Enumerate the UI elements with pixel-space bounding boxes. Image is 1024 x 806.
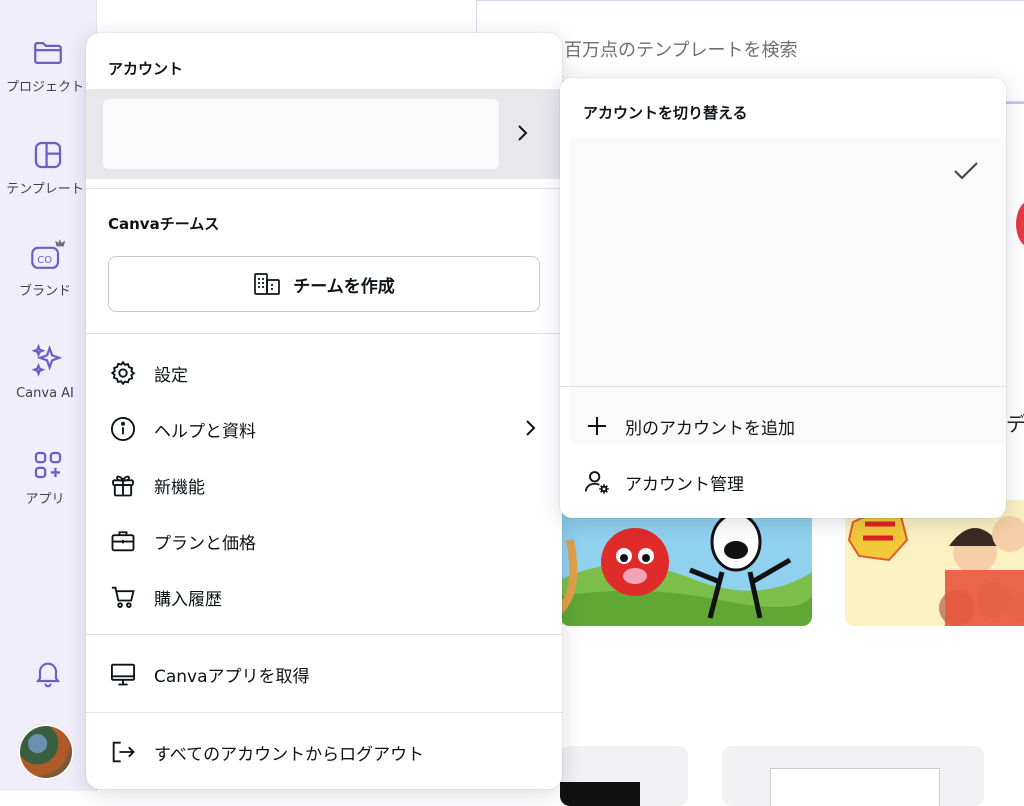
left-sidebar: プロジェクト テンプレート CO ブランド Canva AI アプリ [0,0,97,791]
chevron-right-icon [518,125,528,141]
account-info [103,99,499,169]
divider [86,712,562,713]
cart-icon [111,586,135,608]
divider [560,386,1006,387]
sidebar-item-canva-ai[interactable]: Canva AI [0,342,96,401]
add-account-label: 別のアカウントを追加 [625,418,795,439]
menu-item-label: すべてのアカウントからログアウト [154,744,425,765]
gear-icon [110,360,136,386]
logout-icon [112,741,135,763]
plus-icon [588,417,606,435]
menu-item-label: 設定 [154,365,188,386]
menu-item-help[interactable]: ヘルプと資料 [108,409,538,449]
current-account-row[interactable] [86,89,562,179]
switch-account-panel: アカウントを切り替える 別のアカウントを追加 アカウント管理 [560,78,1006,518]
sidebar-item-label: ブランド [18,284,71,299]
switch-account-title: アカウントを切り替える [583,104,748,122]
account-list[interactable] [570,138,1004,444]
sidebar-item-templates[interactable]: テンプレート [0,138,96,197]
sidebar-item-brand[interactable]: CO ブランド [0,236,96,299]
svg-text:CO: CO [37,255,52,266]
manage-account-label: アカウント管理 [625,474,744,495]
menu-item-label: プランと価格 [154,533,256,554]
menu-item-get-app[interactable]: Canvaアプリを取得 [108,654,538,694]
template-card[interactable] [560,746,688,806]
create-team-label: チームを作成 [293,276,395,297]
menu-item-settings[interactable]: 設定 [108,353,538,393]
sidebar-item-label: プロジェクト [5,80,84,95]
account-menu: アカウント Canvaチームス チームを作成 設定 ヘルプと資料 新機能 プラン… [86,33,562,789]
briefcase-icon [111,531,135,552]
manage-account-button[interactable]: アカウント管理 [583,463,983,501]
menu-item-plans[interactable]: プランと価格 [108,521,538,561]
template-thumbnail [845,500,1024,626]
notifications-button[interactable] [0,656,96,690]
sidebar-item-label: アプリ [25,492,65,507]
template-title-fragment: デ [1006,412,1024,436]
search-placeholder: 百万点のテンプレートを検索 [564,40,798,61]
menu-item-whats-new[interactable]: 新機能 [108,465,538,505]
check-icon [954,162,978,180]
sidebar-item-projects[interactable]: プロジェクト [0,36,96,95]
menu-item-purchase-history[interactable]: 購入履歴 [108,577,538,617]
building-icon [254,273,281,295]
divider [86,188,562,189]
brand-kit-icon: CO [31,239,66,269]
menu-item-label: ヘルプと資料 [154,421,256,442]
bell-icon [35,662,61,688]
template-card-sale[interactable] [845,500,1024,626]
monitor-icon [110,663,136,686]
menu-item-label: Canvaアプリを取得 [154,666,310,687]
gift-icon [112,475,134,497]
account-section-title: アカウント [108,60,184,78]
red-badge [1016,200,1024,248]
sidebar-item-label: Canva AI [16,386,74,401]
apps-icon [34,451,62,479]
menu-item-label: 購入履歴 [154,589,222,610]
sparkles-icon [31,343,63,377]
user-settings-icon [584,471,609,494]
menu-item-logout[interactable]: すべてのアカウントからログアウト [108,732,538,772]
info-icon [110,416,136,442]
sidebar-item-label: テンプレート [6,182,84,197]
folder-icon [34,41,62,65]
avatar[interactable] [18,724,74,780]
divider [86,333,562,334]
template-card[interactable] [722,746,984,806]
menu-item-label: 新機能 [154,477,205,498]
add-account-button[interactable]: 別のアカウントを追加 [583,407,983,445]
create-team-button[interactable]: チームを作成 [108,256,540,312]
template-thumbnail [560,500,812,626]
chevron-right-icon [526,420,536,436]
template-card-anime[interactable] [560,500,812,626]
divider [86,634,562,635]
teams-section-title: Canvaチームス [108,215,220,233]
sidebar-item-apps[interactable]: アプリ [0,448,96,507]
template-icon [34,141,62,169]
